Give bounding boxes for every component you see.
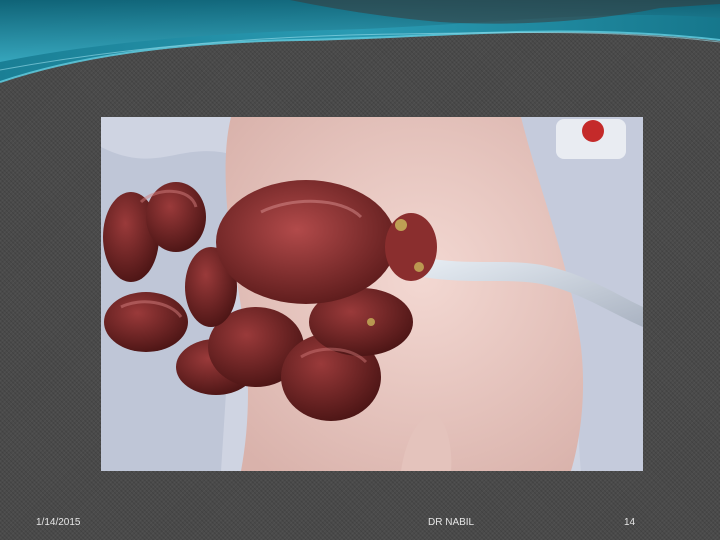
slide-page-number: 14	[624, 517, 636, 528]
clinical-photo	[101, 117, 643, 471]
header-wave-decoration	[0, 0, 720, 83]
footer-date: 1/14/2015	[36, 517, 81, 528]
slide: 1/14/2015 DR NABIL 14	[0, 0, 720, 540]
footer-author: DR NABIL	[428, 517, 475, 528]
